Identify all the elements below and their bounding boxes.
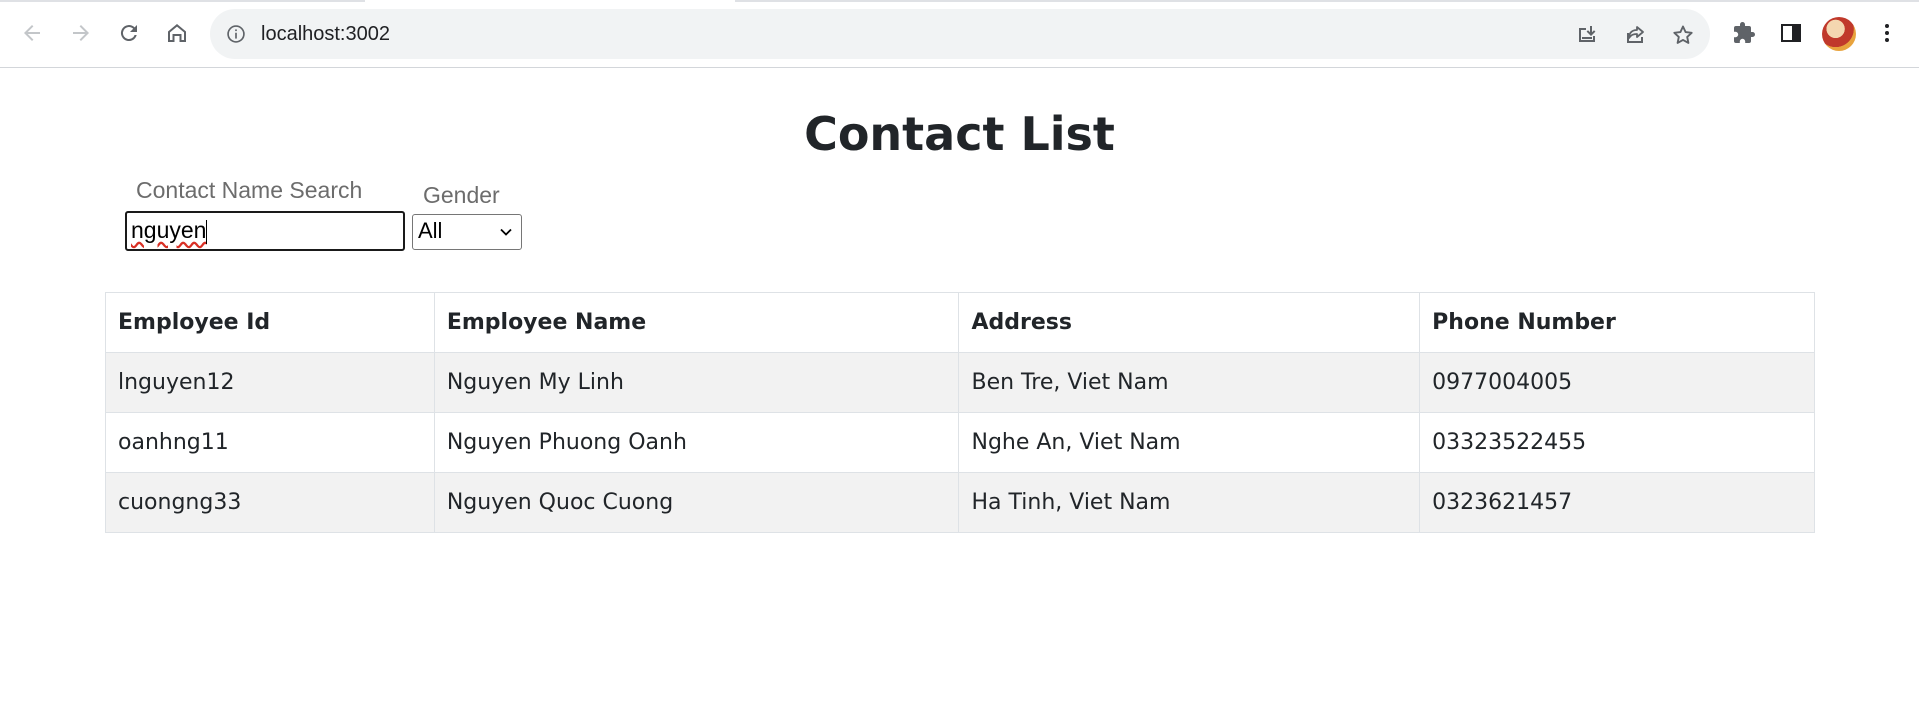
cell-address: Ben Tre, Viet Nam	[958, 352, 1421, 413]
home-icon	[168, 24, 186, 42]
forward-button[interactable]	[65, 17, 97, 49]
kebab-menu-icon	[1885, 24, 1889, 42]
gender-label: Gender	[423, 182, 500, 208]
profile-avatar[interactable]	[1822, 17, 1856, 51]
search-label: Contact Name Search	[136, 177, 363, 203]
search-value: nguyen	[131, 217, 207, 243]
side-panel-icon	[1781, 24, 1801, 42]
contacts-table: Employee Id Employee Name Address Phone …	[105, 292, 1815, 533]
menu-button[interactable]	[1871, 17, 1903, 49]
table-row: cuongng33 Nguyen Quoc Cuong Ha Tinh, Vie…	[105, 472, 1815, 533]
cell-employee-id: cuongng33	[105, 472, 435, 533]
puzzle-icon	[1734, 22, 1755, 43]
share-button[interactable]	[1622, 22, 1648, 48]
install-icon	[1579, 26, 1596, 42]
reload-icon	[120, 25, 137, 42]
bookmark-button[interactable]	[1670, 22, 1696, 48]
tab-strip	[0, 0, 1919, 2]
reload-button[interactable]	[113, 17, 145, 49]
cell-employee-name: Nguyen Phuong Oanh	[433, 412, 960, 473]
table-header-row: Employee Id Employee Name Address Phone …	[105, 292, 1815, 353]
header-phone-number: Phone Number	[1419, 292, 1815, 353]
cell-phone-number: 0977004005	[1419, 352, 1815, 413]
cell-address: Nghe An, Viet Nam	[958, 412, 1421, 473]
home-button[interactable]	[161, 17, 193, 49]
url-text[interactable]: localhost:3002	[261, 22, 390, 46]
cell-address: Ha Tinh, Viet Nam	[958, 472, 1421, 533]
gender-selected-value: All	[418, 218, 443, 243]
search-input[interactable]: nguyen	[125, 211, 405, 251]
text-caret	[206, 219, 208, 244]
cell-employee-name: Nguyen Quoc Cuong	[433, 472, 960, 533]
cell-phone-number: 03323522455	[1419, 412, 1815, 473]
star-icon	[1673, 25, 1693, 44]
back-button[interactable]	[16, 17, 48, 49]
page-title: Contact List	[804, 107, 1115, 161]
page-content: Contact List Contact Name Search nguyen …	[0, 68, 1919, 716]
cell-employee-id: oanhng11	[105, 412, 435, 473]
header-employee-name: Employee Name	[433, 292, 960, 353]
install-button[interactable]	[1574, 22, 1600, 48]
cell-employee-name: Nguyen My Linh	[433, 352, 960, 413]
cell-phone-number: 0323621457	[1419, 472, 1815, 533]
share-icon	[1627, 26, 1644, 43]
side-panel-button[interactable]	[1775, 17, 1807, 49]
chevron-down-icon	[500, 228, 512, 236]
browser-toolbar: localhost:3002	[0, 0, 1919, 68]
extensions-button[interactable]	[1728, 17, 1760, 49]
header-employee-id: Employee Id	[105, 292, 435, 353]
arrow-right-icon	[73, 25, 89, 41]
header-address: Address	[958, 292, 1421, 353]
info-icon[interactable]	[226, 24, 246, 44]
arrow-left-icon	[24, 25, 40, 41]
table-row: oanhng11 Nguyen Phuong Oanh Nghe An, Vie…	[105, 412, 1815, 473]
table-row: lnguyen12 Nguyen My Linh Ben Tre, Viet N…	[105, 352, 1815, 413]
address-bar[interactable]: localhost:3002	[210, 9, 1710, 59]
cell-employee-id: lnguyen12	[105, 352, 435, 413]
gender-select[interactable]: All	[412, 214, 522, 250]
